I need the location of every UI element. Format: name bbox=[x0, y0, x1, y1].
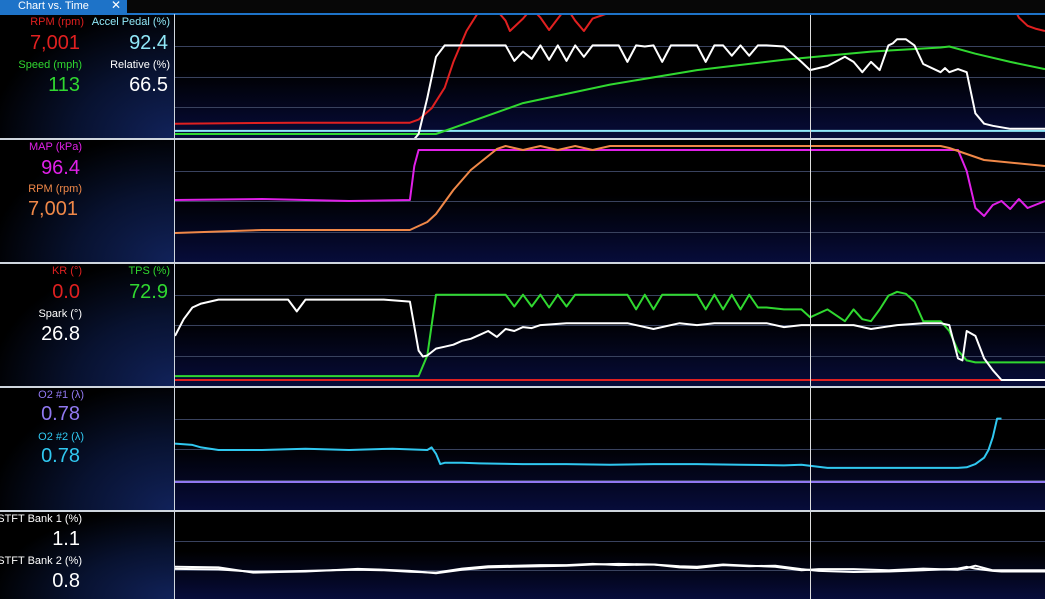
channel-label: Speed (mph) bbox=[18, 59, 82, 71]
series-line-p2-0 bbox=[175, 149, 1045, 217]
plot-svg-p4 bbox=[175, 388, 1045, 510]
channel-value: 113 bbox=[48, 74, 80, 96]
channel-label: RPM (rpm) bbox=[30, 16, 84, 28]
close-icon[interactable]: ✕ bbox=[111, 0, 121, 11]
tab-bar: Chart vs. Time ✕ bbox=[0, 0, 1045, 14]
channel-value: 7,001 bbox=[27, 198, 78, 220]
channel-label: STFT Bank 2 (%) bbox=[0, 555, 82, 567]
panel-p4: O2 #1 (λ) 0.78 O2 #2 (λ) 0.78 bbox=[0, 388, 1045, 510]
panel-p5: STFT Bank 1 (%) 1.1 STFT Bank 2 (%) 0.8 bbox=[0, 512, 1045, 599]
channel-value: 72.9 bbox=[129, 281, 168, 303]
legend-divider bbox=[174, 14, 175, 599]
plot-svg-p5 bbox=[175, 512, 1045, 599]
channel-label: O2 #2 (λ) bbox=[38, 431, 84, 443]
channel-value: 26.8 bbox=[41, 323, 80, 345]
channel-value: 7,001 bbox=[29, 32, 80, 54]
plot-p4[interactable] bbox=[175, 388, 1045, 510]
channel-label: O2 #1 (λ) bbox=[38, 389, 84, 401]
legend-p5: STFT Bank 1 (%) 1.1 STFT Bank 2 (%) 0.8 bbox=[0, 512, 174, 599]
channel-label: MAP (kPa) bbox=[29, 141, 82, 153]
series-line-p3-2 bbox=[175, 298, 1045, 381]
plot-svg-p1 bbox=[175, 15, 1045, 138]
panel-p3: KR (°) 0.0 TPS (%) 72.9 Spark (°) 26.8 bbox=[0, 264, 1045, 386]
series-line-p2-1 bbox=[175, 145, 1045, 234]
legend-p1: RPM (rpm) 7,001 Accel Pedal (%) 92.4 Speed (… bbox=[0, 15, 174, 138]
channel-label: Relative (%) bbox=[110, 59, 170, 71]
legend-p4: O2 #1 (λ) 0.78 O2 #2 (λ) 0.78 bbox=[0, 388, 174, 510]
legend-p2: MAP (kPa) 96.4 RPM (rpm) 7,001 bbox=[0, 140, 174, 262]
channel-label: RPM (rpm) bbox=[28, 183, 82, 195]
channel-value: 0.0 bbox=[52, 281, 80, 303]
channel-value: 0.78 bbox=[41, 403, 80, 425]
channel-label: Spark (°) bbox=[38, 308, 82, 320]
plot-svg-p2 bbox=[175, 140, 1045, 262]
series-line-p4-1 bbox=[175, 417, 1002, 469]
plot-p2[interactable] bbox=[175, 140, 1045, 262]
channel-label: KR (°) bbox=[51, 265, 82, 277]
plot-p5[interactable] bbox=[175, 512, 1045, 599]
channel-label: TPS (%) bbox=[128, 265, 170, 277]
channel-value: 66.5 bbox=[129, 74, 168, 96]
channel-value: 0.8 bbox=[52, 570, 80, 592]
channel-value: 96.4 bbox=[41, 157, 80, 179]
plot-p1[interactable] bbox=[175, 15, 1045, 138]
legend-p3: KR (°) 0.0 TPS (%) 72.9 Spark (°) 26.8 bbox=[0, 264, 174, 386]
channel-value: 92.4 bbox=[129, 32, 168, 54]
panel-p1: RPM (rpm) 7,001 Accel Pedal (%) 92.4 Speed (… bbox=[0, 15, 1045, 138]
channel-label: STFT Bank 1 (%) bbox=[0, 513, 82, 525]
channel-label: Accel Pedal (%) bbox=[91, 16, 170, 28]
panel-p2: MAP (kPa) 96.4 RPM (rpm) 7,001 bbox=[0, 140, 1045, 262]
channel-value: 1.1 bbox=[52, 528, 80, 550]
series-line-p3-1 bbox=[175, 290, 1045, 378]
plot-p3[interactable] bbox=[175, 264, 1045, 386]
plot-svg-p3 bbox=[175, 264, 1045, 386]
tab-label: Chart vs. Time bbox=[18, 0, 89, 12]
tab-chart-vs-time[interactable]: Chart vs. Time ✕ bbox=[0, 0, 127, 13]
channel-value: 0.78 bbox=[41, 445, 80, 467]
series-line-p1-2 bbox=[175, 45, 1045, 135]
